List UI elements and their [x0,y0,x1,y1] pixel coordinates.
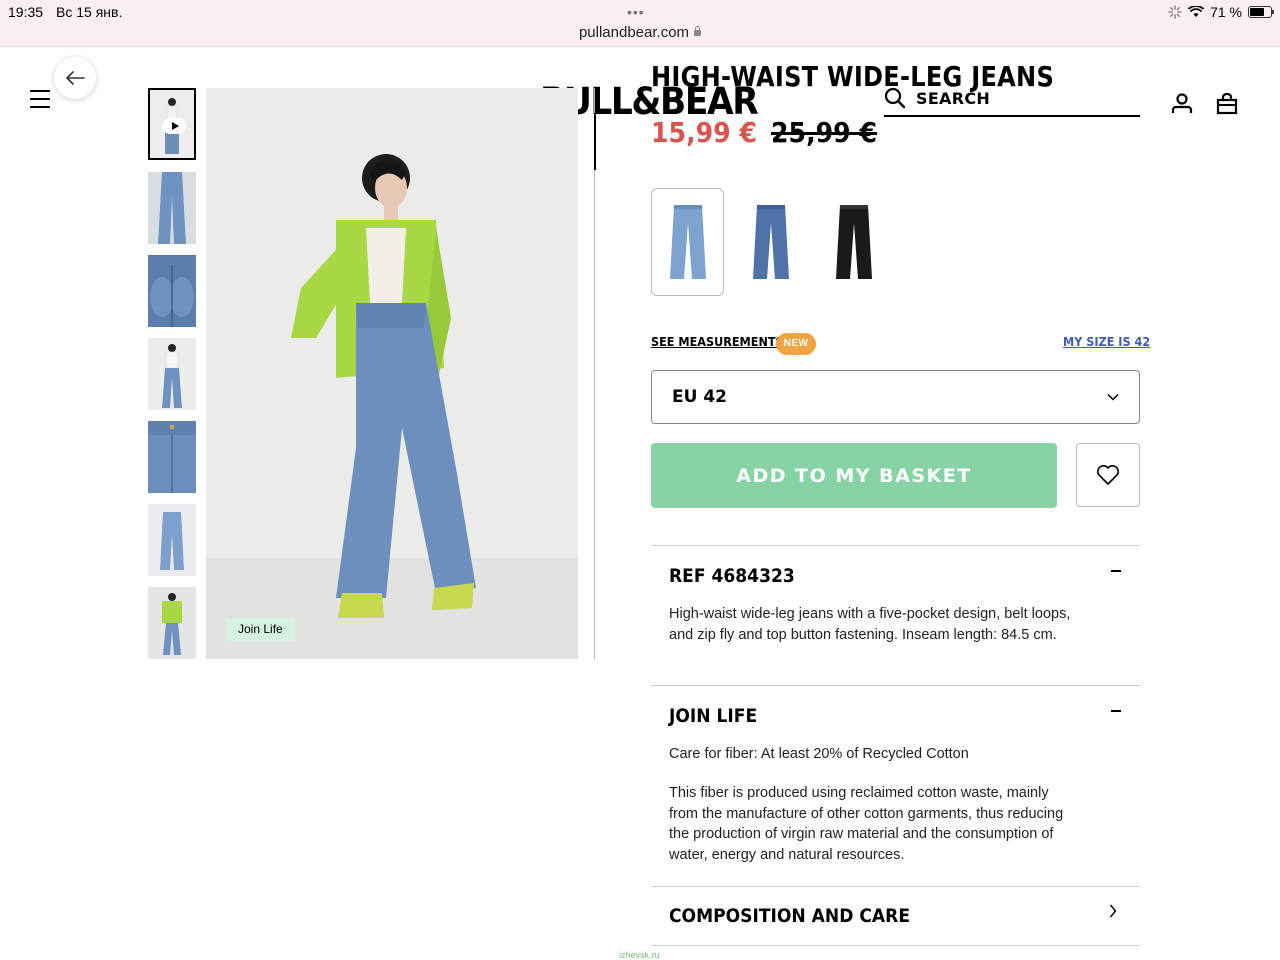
join-life-section-title[interactable]: JOIN LIFE [669,705,757,727]
battery-icon [1248,6,1274,18]
thumbnail-7[interactable] [148,587,196,659]
thumbnail-4[interactable] [148,338,196,410]
back-arrow-icon [66,71,85,85]
color-option-black[interactable] [817,188,890,296]
my-size-link[interactable]: MY SIZE IS 42 [1063,334,1150,349]
collapse-icon[interactable] [1111,710,1121,712]
url-text: pullandbear.com [578,24,690,41]
join-life-care-text: Care for fiber: At least 20% of Recycled… [669,746,969,762]
status-date: Вс 15 янв. [56,4,123,20]
status-time: 19:35 [8,4,44,20]
bag-icon[interactable] [1215,92,1239,116]
back-button[interactable] [54,57,96,99]
product-title: HIGH-WAIST WIDE-LEG JEANS [651,60,1055,93]
watermark: izhevsk.ru [619,950,660,960]
section-divider [651,545,1140,546]
scroll-indicator[interactable] [594,113,596,170]
color-option-light-blue[interactable] [651,188,724,296]
address-bar[interactable]: pullandbear.com [0,24,1280,41]
composition-section-title[interactable]: COMPOSITION AND CARE [669,905,910,927]
wifi-icon [1188,6,1205,17]
join-life-description: This fiber is produced using reclaimed c… [669,785,1064,863]
size-dropdown[interactable]: EU 42 [651,370,1140,424]
battery-percent: 71 % [1210,4,1242,20]
thumbnail-5[interactable] [148,421,196,493]
add-to-basket-button[interactable]: ADD TO MY BASKET [651,443,1057,508]
see-measurements-link[interactable]: SEE MEASUREMENTS [651,334,784,349]
tab-options-icon[interactable]: ••• [627,4,645,20]
thumbnail-video[interactable] [148,88,196,160]
chevron-down-icon [1107,393,1119,401]
section-divider [651,886,1140,887]
main-product-image[interactable] [206,88,578,659]
thumbnail-2[interactable] [148,172,196,244]
thumbnail-3[interactable] [148,255,196,327]
section-divider [651,685,1140,686]
collapse-icon[interactable] [1111,570,1121,572]
play-icon[interactable] [162,118,186,134]
sale-price: 15,99 € [651,116,758,149]
loading-icon [1168,5,1182,19]
lock-icon [694,26,702,36]
gallery-divider [594,88,595,659]
ref-section-title[interactable]: REF 4684323 [669,565,795,587]
status-indicators: 71 % [1168,4,1274,20]
status-bar: 19:35 Вс 15 янв. ••• pullandbear.com 71 … [0,0,1280,47]
join-life-badge: Join Life [226,618,295,641]
thumbnail-6[interactable] [148,504,196,576]
menu-icon[interactable] [30,88,50,110]
new-badge: NEW [776,333,816,355]
original-price: 25,99 € [771,116,878,149]
chevron-right-icon[interactable] [1109,904,1117,918]
color-option-mid-blue[interactable] [734,188,807,296]
wishlist-button[interactable] [1076,443,1140,507]
user-icon[interactable] [1170,92,1194,116]
section-divider [651,945,1140,946]
selected-size: EU 42 [672,387,727,407]
product-description: High-waist wide-leg jeans with a five-po… [669,606,1071,643]
heart-icon [1097,465,1119,485]
